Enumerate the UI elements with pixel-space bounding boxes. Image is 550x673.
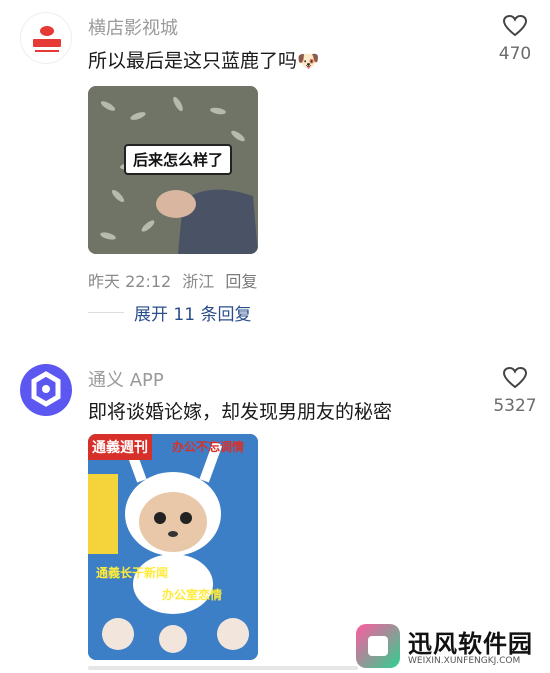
heart-icon (502, 14, 528, 37)
comment-text: 所以最后是这只蓝鹿了吗🐶 (88, 50, 320, 72)
poster-badge: 通義週刊 (88, 434, 152, 460)
like-button[interactable]: 470 (485, 14, 545, 64)
poster-banner: 办公室恋情 (162, 588, 223, 602)
expand-replies-button[interactable]: 展开 11 条回复 (134, 300, 251, 325)
comment-text: 即将谈婚论嫁，却发现男朋友的秘密 (88, 401, 393, 423)
comment-author[interactable]: 通义 APP (88, 366, 164, 392)
hengdian-logo-icon (33, 26, 61, 52)
avatar[interactable] (20, 364, 72, 416)
like-button[interactable]: 5327 (485, 366, 545, 416)
watermark-url: WEIXIN.XUNFENGKJ.COM (408, 656, 521, 666)
like-count: 470 (498, 44, 532, 64)
dog-emoji-icon: 🐶 (297, 51, 320, 72)
avatar[interactable] (20, 12, 72, 64)
like-count: 5327 (493, 396, 537, 416)
divider (88, 312, 124, 313)
poster-banner: 通義长干新闻 (96, 566, 169, 580)
mascot-poster (88, 434, 258, 660)
comment-meta: 昨天 22:12 浙江 回复 (88, 268, 263, 292)
comment-image[interactable]: 后来怎么样了 (88, 86, 258, 254)
comment-location: 浙江 (182, 272, 215, 291)
tongyi-logo-icon (31, 371, 61, 407)
watermark: 迅风软件园 WEIXIN.XUNFENGKJ.COM (356, 624, 546, 670)
watermark-title: 迅风软件园 (408, 630, 533, 658)
comment-image[interactable]: 通義週刊 办公不忘调情 通義长干新闻 办公室恋情 (88, 434, 258, 660)
heart-icon (502, 366, 528, 389)
image-caption: 后来怎么样了 (124, 144, 233, 175)
scroll-indicator (88, 666, 358, 670)
watermark-logo-icon (356, 624, 400, 668)
poster-subtitle: 办公不忘调情 (172, 440, 245, 454)
reply-button[interactable]: 回复 (225, 272, 257, 291)
comment-time: 昨天 22:12 (88, 272, 172, 291)
comment-author[interactable]: 横店影视城 (88, 14, 178, 40)
